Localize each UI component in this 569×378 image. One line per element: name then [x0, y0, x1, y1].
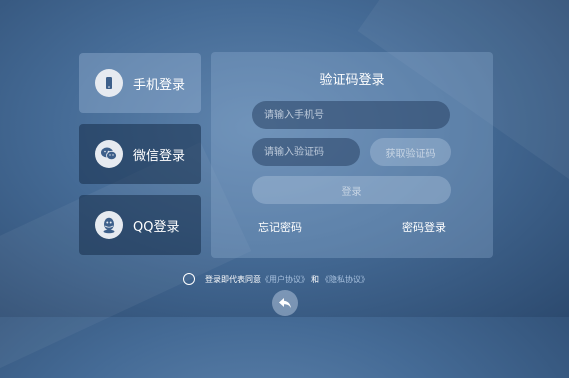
tab-qq-login[interactable]: QQ登录	[79, 195, 201, 255]
tab-label: 微信登录	[133, 148, 186, 164]
panel-title: 验证码登录	[319, 73, 385, 88]
login-panel: 验证码登录 获取验证码 登录 忘记密码 密码登录	[211, 52, 493, 258]
agreement-row: 登录即代表同意 《用户协议》 和 《隐私协议》	[183, 271, 369, 287]
login-button[interactable]: 登录	[252, 176, 451, 204]
agreement-and: 和	[311, 274, 319, 284]
back-arrow-icon	[279, 298, 291, 308]
verification-code-input[interactable]	[252, 138, 360, 166]
phone-input[interactable]	[252, 101, 450, 129]
privacy-agreement-link[interactable]: 《隐私协议》	[321, 274, 369, 285]
get-code-button[interactable]: 获取验证码	[370, 138, 451, 166]
agreement-prefix: 登录即代表同意	[205, 274, 261, 284]
forgot-password-link[interactable]: 忘记密码	[258, 219, 302, 235]
phone-icon	[95, 69, 123, 97]
qq-icon	[95, 211, 123, 239]
password-login-link[interactable]: 密码登录	[402, 219, 446, 235]
wechat-icon	[95, 140, 123, 168]
user-agreement-link[interactable]: 《用户协议》	[261, 274, 309, 285]
agreement-radio[interactable]	[183, 273, 195, 285]
tab-wechat-login[interactable]: 微信登录	[79, 124, 201, 184]
tab-label: QQ登录	[133, 219, 180, 235]
back-button[interactable]	[272, 290, 298, 316]
tab-label: 手机登录	[133, 77, 186, 93]
tab-phone-login[interactable]: 手机登录	[79, 53, 201, 113]
